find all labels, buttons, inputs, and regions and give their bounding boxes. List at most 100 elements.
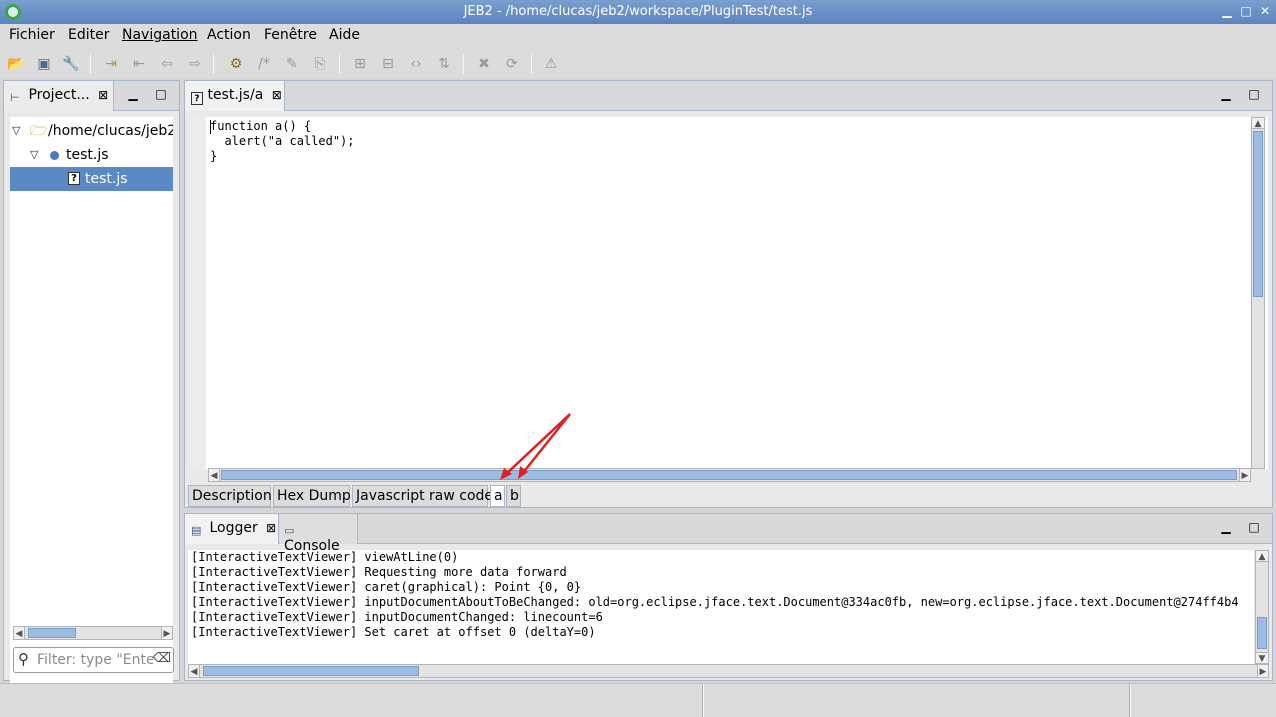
tab-project-explorer[interactable]: ⊢ Project... ⊠ bbox=[4, 81, 114, 111]
tab-console[interactable]: ▭ Console bbox=[280, 514, 358, 554]
scroll-right-icon[interactable]: ▶ bbox=[161, 626, 173, 640]
menu-editer[interactable]: Editer bbox=[68, 27, 109, 43]
search-icon: ⚲ bbox=[18, 650, 29, 668]
filter-placeholder: Filter: type "Enter" bbox=[37, 652, 167, 668]
log-line: [InteractiveTextViewer] inputDocumentCha… bbox=[191, 610, 603, 624]
scroll-thumb[interactable] bbox=[28, 628, 76, 638]
close-tab-icon[interactable]: ⊠ bbox=[98, 88, 108, 102]
tree-horizontal-scrollbar[interactable]: ◀ ▶ bbox=[13, 626, 173, 640]
tree-icon[interactable]: ⇅ bbox=[435, 55, 453, 73]
editor-vertical-scrollbar[interactable]: ▲ bbox=[1251, 117, 1265, 469]
editor-gutter bbox=[188, 117, 206, 469]
refresh-icon[interactable]: ⟳ bbox=[503, 55, 521, 73]
logger-icon: ▤ bbox=[191, 524, 202, 537]
plugins-icon[interactable]: ⚙ bbox=[227, 55, 245, 73]
tree-item-label: test.js bbox=[85, 171, 128, 187]
scroll-right-icon[interactable]: ▶ bbox=[1257, 664, 1269, 678]
code-editor[interactable]: function a() { alert("a called"); } ▲ ◀ … bbox=[188, 117, 1268, 482]
tree-item-unit[interactable]: ? test.js bbox=[10, 167, 173, 191]
menu-action[interactable]: Action bbox=[207, 27, 251, 43]
scroll-left-icon[interactable]: ◀ bbox=[208, 468, 220, 482]
maximize-icon[interactable]: □ bbox=[154, 87, 168, 101]
status-divider bbox=[702, 684, 704, 717]
scroll-up-icon[interactable]: ▲ bbox=[1251, 117, 1265, 129]
maximize-icon[interactable]: □ bbox=[1247, 520, 1261, 534]
log-vertical-scrollbar[interactable]: ▲ ▼ bbox=[1255, 550, 1269, 664]
clear-filter-icon[interactable]: ⌫ bbox=[152, 651, 171, 666]
save-icon[interactable]: ▣ bbox=[35, 55, 53, 73]
log-line: [InteractiveTextViewer] Requesting more … bbox=[191, 565, 567, 579]
tab-b[interactable]: b bbox=[506, 485, 521, 507]
log-horizontal-scrollbar[interactable]: ◀ ▶ bbox=[188, 664, 1269, 678]
filter-input[interactable]: ⚲ Filter: type "Enter" ⌫ bbox=[13, 647, 174, 673]
scroll-right-icon[interactable]: ▶ bbox=[1239, 468, 1251, 482]
scroll-left-icon[interactable]: ◀ bbox=[188, 664, 200, 678]
scroll-down-icon[interactable]: ▼ bbox=[1255, 652, 1269, 664]
code-text[interactable]: function a() { alert("a called"); } bbox=[210, 119, 355, 164]
delete-icon[interactable]: ✖ bbox=[475, 55, 493, 73]
expand-toggle-icon[interactable]: ▽ bbox=[12, 119, 20, 143]
import-icon[interactable]: ⇥ bbox=[102, 55, 120, 73]
tab-editor-testjs-a[interactable]: ? test.js/a ⊠ bbox=[185, 81, 285, 111]
expand-toggle-icon[interactable]: ▽ bbox=[30, 143, 38, 167]
log-output[interactable]: [InteractiveTextViewer] viewAtLine(0) [I… bbox=[188, 550, 1254, 664]
open-folder-icon[interactable]: 📂 bbox=[7, 55, 25, 73]
menu-bar: Fichier Editer Navigation Action Fenêtre… bbox=[0, 24, 1276, 48]
unknown-file-icon: ? bbox=[191, 92, 203, 105]
scroll-left-icon[interactable]: ◀ bbox=[13, 626, 25, 640]
tab-logger-label: Logger bbox=[209, 520, 258, 536]
logger-panel: ▤ Logger ⊠ ▭ Console ▁ □ [InteractiveTex… bbox=[184, 513, 1273, 681]
open-folder-icon: 🗁 bbox=[30, 123, 48, 139]
scroll-up-icon[interactable]: ▲ bbox=[1255, 550, 1269, 562]
tab-logger[interactable]: ▤ Logger ⊠ bbox=[185, 514, 279, 544]
artifact-dot-icon bbox=[50, 151, 59, 160]
scroll-thumb[interactable] bbox=[221, 470, 1237, 480]
grid2-icon[interactable]: ⊟ bbox=[379, 55, 397, 73]
toolbar-separator bbox=[213, 54, 214, 74]
title-bar: JEB2 - /home/clucas/jeb2/workspace/Plugi… bbox=[0, 0, 1276, 24]
tree-item-label: /home/clucas/jeb2 bbox=[48, 123, 173, 139]
close-window-icon[interactable]: ✕ bbox=[1257, 3, 1273, 19]
log-line: [InteractiveTextViewer] caret(graphical)… bbox=[191, 580, 582, 594]
tree-item-artifact[interactable]: ▽ test.js bbox=[10, 143, 173, 167]
rename-icon[interactable]: ✎ bbox=[283, 55, 301, 73]
scroll-thumb[interactable] bbox=[1257, 617, 1267, 649]
log-line: [InteractiveTextViewer] viewAtLine(0) bbox=[191, 550, 459, 564]
tree-item-label: test.js bbox=[66, 147, 109, 163]
close-tab-icon[interactable]: ⊠ bbox=[272, 88, 282, 102]
menu-fenetre[interactable]: Fenêtre bbox=[264, 27, 317, 43]
toolbar-separator bbox=[531, 54, 532, 74]
editor-panel: ? test.js/a ⊠ ▁ □ function a() { alert("… bbox=[184, 80, 1273, 508]
forward-icon[interactable]: ⇨ bbox=[186, 55, 204, 73]
wrench-icon[interactable]: 🔧 bbox=[62, 55, 80, 73]
tab-project-label: Project... bbox=[28, 87, 90, 103]
comment-icon[interactable]: /* bbox=[255, 55, 273, 73]
menu-fichier[interactable]: Fichier bbox=[9, 27, 55, 43]
tab-hex-dump[interactable]: Hex Dump bbox=[273, 485, 351, 507]
tab-a[interactable]: a bbox=[490, 485, 505, 507]
tab-javascript-raw-code[interactable]: Javascript raw code bbox=[352, 485, 493, 507]
minimize-icon[interactable]: ▁ bbox=[1219, 520, 1233, 534]
maximize-icon[interactable]: □ bbox=[1247, 87, 1261, 101]
navigate-icon[interactable]: ⎘ bbox=[311, 55, 329, 73]
minimize-icon[interactable]: ▁ bbox=[1219, 87, 1233, 101]
editor-tabstrip: ? test.js/a ⊠ ▁ □ bbox=[185, 81, 1272, 111]
code-icon[interactable]: ‹› bbox=[407, 55, 425, 73]
maximize-window-icon[interactable]: □ bbox=[1238, 3, 1254, 19]
warning-icon[interactable]: ⚠ bbox=[542, 55, 560, 73]
minimize-icon[interactable]: ▁ bbox=[126, 87, 140, 101]
close-tab-icon[interactable]: ⊠ bbox=[266, 521, 276, 535]
editor-tab-label: test.js/a bbox=[207, 87, 264, 103]
tree-item-root[interactable]: ▽ 🗁 /home/clucas/jeb2 bbox=[10, 119, 173, 143]
back-icon[interactable]: ⇦ bbox=[158, 55, 176, 73]
minimize-window-icon[interactable]: ▁ bbox=[1219, 3, 1235, 19]
menu-navigation[interactable]: Navigation bbox=[122, 27, 198, 43]
scroll-thumb[interactable] bbox=[203, 666, 419, 676]
grid-icon[interactable]: ⊞ bbox=[351, 55, 369, 73]
editor-horizontal-scrollbar[interactable]: ◀ ▶ bbox=[208, 468, 1251, 482]
scroll-thumb[interactable] bbox=[1253, 131, 1263, 297]
tab-description[interactable]: Description bbox=[188, 485, 272, 507]
window-title: JEB2 - /home/clucas/jeb2/workspace/Plugi… bbox=[463, 4, 813, 19]
menu-aide[interactable]: Aide bbox=[329, 27, 360, 43]
export-icon[interactable]: ⇤ bbox=[130, 55, 148, 73]
